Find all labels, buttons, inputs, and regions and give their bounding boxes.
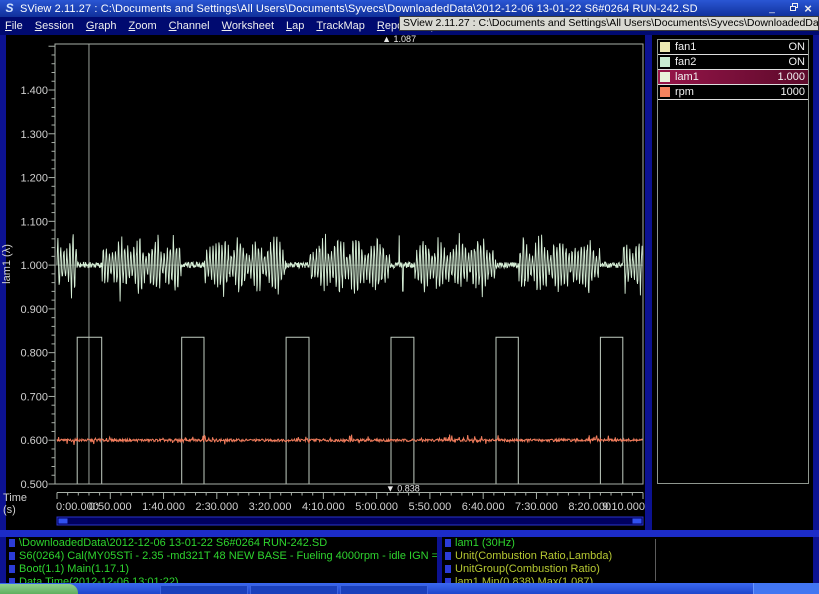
channel-name: fan1 bbox=[675, 41, 789, 53]
bullet-icon bbox=[9, 565, 15, 573]
svg-text:2:30.000: 2:30.000 bbox=[195, 501, 238, 513]
menu-trackmap[interactable]: TrackMap bbox=[313, 20, 368, 32]
svg-text:4:10.000: 4:10.000 bbox=[302, 501, 345, 513]
channel-name: rpm bbox=[675, 86, 781, 98]
menu-lap[interactable]: Lap bbox=[283, 20, 307, 32]
status-text: lam1 Min(0.838) Max(1.087) bbox=[455, 576, 593, 583]
menu-session[interactable]: Session bbox=[32, 20, 77, 32]
channel-row-fan2[interactable]: fan2 ON bbox=[658, 55, 808, 70]
taskbar[interactable] bbox=[0, 583, 819, 594]
start-button[interactable] bbox=[0, 584, 78, 594]
taskbar-button[interactable] bbox=[250, 585, 338, 594]
title-bar[interactable]: S SView 2.11.27 : C:\Documents and Setti… bbox=[0, 0, 819, 17]
channel-name: fan2 bbox=[675, 56, 789, 68]
svg-text:3:20.000: 3:20.000 bbox=[249, 501, 292, 513]
channel-list: fan1 ON fan2 ON lam1 1.000 rpm 1000 bbox=[657, 39, 809, 484]
svg-text:1.200: 1.200 bbox=[20, 173, 48, 185]
status-line: Unit(Combustion Ratio,Lambda) bbox=[442, 550, 813, 563]
status-line: \DownloadedData\2012-12-06 13-01-22 S6#0… bbox=[6, 537, 437, 550]
status-text: Unit(Combustion Ratio,Lambda) bbox=[455, 550, 612, 562]
status-text: UnitGroup(Combustion Ratio) bbox=[455, 563, 600, 575]
channel-info-panel: lam1 (30Hz) Unit(Combustion Ratio,Lambda… bbox=[442, 537, 813, 583]
window-title: SView 2.11.27 : C:\Documents and Setting… bbox=[20, 3, 766, 15]
svg-text:0.700: 0.700 bbox=[20, 391, 48, 403]
bullet-icon bbox=[445, 539, 451, 547]
channel-value: ON bbox=[789, 56, 806, 68]
svg-text:0.500: 0.500 bbox=[20, 479, 48, 491]
svg-text:1.400: 1.400 bbox=[20, 85, 48, 97]
status-text: lam1 (30Hz) bbox=[455, 537, 515, 549]
title-tooltip: SView 2.11.27 : C:\Documents and Setting… bbox=[399, 16, 819, 31]
status-line: Boot(1.1) Main(1.17.1) bbox=[6, 563, 437, 576]
svg-text:5:00.000: 5:00.000 bbox=[355, 501, 398, 513]
svg-text:0.800: 0.800 bbox=[20, 348, 48, 360]
sview-window: S SView 2.11.27 : C:\Documents and Setti… bbox=[0, 0, 819, 594]
system-tray[interactable] bbox=[753, 583, 819, 594]
lam1-color-swatch bbox=[660, 72, 670, 82]
svg-text:Time: Time bbox=[3, 492, 27, 504]
status-text: Boot(1.1) Main(1.17.1) bbox=[19, 563, 129, 575]
status-line: lam1 (30Hz) bbox=[442, 537, 813, 550]
svg-text:▲ 1.087: ▲ 1.087 bbox=[382, 35, 416, 44]
svg-text:lam1 (λ): lam1 (λ) bbox=[1, 244, 13, 284]
status-line: lam1 Min(0.838) Max(1.087) bbox=[442, 576, 813, 583]
channel-value: ON bbox=[789, 41, 806, 53]
bullet-icon bbox=[445, 552, 451, 560]
taskbar-button[interactable] bbox=[340, 585, 428, 594]
svg-text:0:50.000: 0:50.000 bbox=[89, 501, 132, 513]
menu-file[interactable]: File bbox=[2, 20, 26, 32]
menu-zoom[interactable]: Zoom bbox=[125, 20, 159, 32]
rpm-color-swatch bbox=[660, 87, 670, 97]
svg-text:1.300: 1.300 bbox=[20, 129, 48, 141]
status-column-divider bbox=[655, 539, 656, 581]
channel-row-fan1[interactable]: fan1 ON bbox=[658, 40, 808, 55]
channel-panel: fan1 ON fan2 ON lam1 1.000 rpm 1000 bbox=[652, 35, 813, 530]
menu-worksheet[interactable]: Worksheet bbox=[219, 20, 277, 32]
svg-text:▼ 0.838: ▼ 0.838 bbox=[386, 484, 420, 494]
fan2-color-swatch bbox=[660, 57, 670, 67]
status-text: Data Time(2012-12-06 13:01:22) bbox=[19, 576, 179, 583]
svg-text:1.000: 1.000 bbox=[20, 260, 48, 272]
svg-text:9:10.000: 9:10.000 bbox=[602, 501, 645, 513]
bullet-icon bbox=[9, 539, 15, 547]
menu-channel[interactable]: Channel bbox=[166, 20, 213, 32]
status-line: Data Time(2012-12-06 13:01:22) bbox=[6, 576, 437, 583]
taskbar-button[interactable] bbox=[160, 585, 248, 594]
close-icon[interactable]: × bbox=[802, 3, 814, 15]
svg-text:0.900: 0.900 bbox=[20, 304, 48, 316]
svg-text:6:40.000: 6:40.000 bbox=[462, 501, 505, 513]
window-border-right bbox=[813, 35, 819, 583]
status-line: UnitGroup(Combustion Ratio) bbox=[442, 563, 813, 576]
status-text: \DownloadedData\2012-12-06 13-01-22 S6#0… bbox=[19, 537, 327, 549]
channel-row-rpm[interactable]: rpm 1000 bbox=[658, 85, 808, 100]
restore-icon[interactable] bbox=[784, 3, 796, 15]
status-text: S6(0264) Cal(MY05STi - 2.35 -md321T 48 N… bbox=[19, 550, 437, 562]
window-border-bottom bbox=[0, 530, 819, 537]
fan1-color-swatch bbox=[660, 42, 670, 52]
session-info-panel: \DownloadedData\2012-12-06 13-01-22 S6#0… bbox=[6, 537, 437, 583]
svg-text:(s): (s) bbox=[3, 504, 16, 516]
app-icon: S bbox=[3, 2, 16, 15]
svg-text:0.600: 0.600 bbox=[20, 435, 48, 447]
svg-text:5:50.000: 5:50.000 bbox=[408, 501, 451, 513]
status-line: S6(0264) Cal(MY05STi - 2.35 -md321T 48 N… bbox=[6, 550, 437, 563]
channel-row-lam1[interactable]: lam1 1.000 bbox=[658, 70, 808, 85]
svg-text:1:40.000: 1:40.000 bbox=[142, 501, 185, 513]
svg-text:7:30.000: 7:30.000 bbox=[515, 501, 558, 513]
menu-graph[interactable]: Graph bbox=[83, 20, 120, 32]
minimize-icon[interactable]: _ bbox=[766, 3, 778, 15]
channel-value: 1.000 bbox=[777, 71, 805, 83]
chart-canvas[interactable]: 0.500 0.600 0.700 0.800 0.900 1.000 1.100 1.200… bbox=[0, 35, 655, 530]
channel-name: lam1 bbox=[675, 71, 777, 83]
channel-value: 1000 bbox=[781, 86, 805, 98]
bullet-icon bbox=[9, 552, 15, 560]
bullet-icon bbox=[445, 565, 451, 573]
svg-text:1.100: 1.100 bbox=[20, 216, 48, 228]
